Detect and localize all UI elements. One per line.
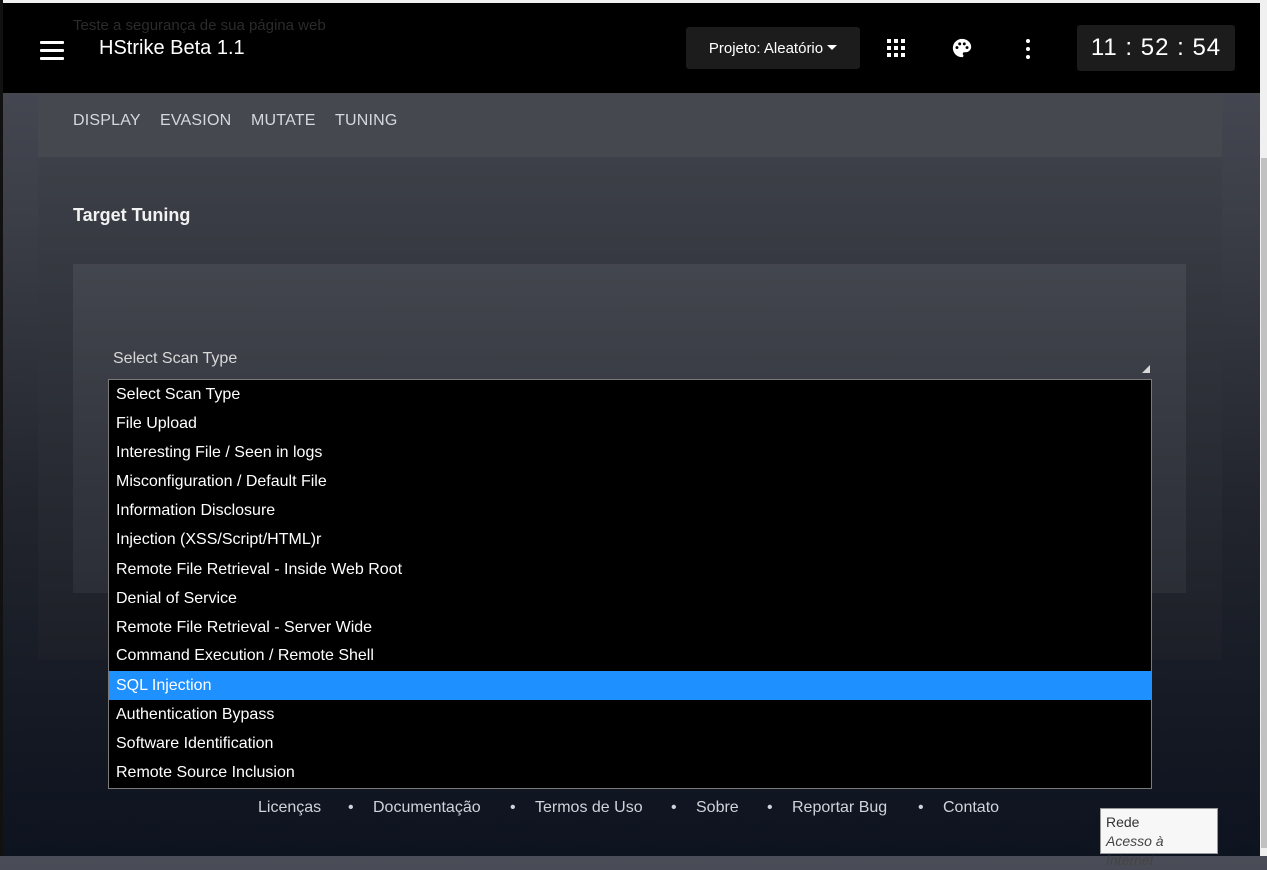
window-left-border <box>0 0 3 856</box>
footer-link-licencas[interactable]: Licenças <box>258 799 321 817</box>
tab-tuning[interactable]: TUNING <box>335 112 398 130</box>
option-remote-source-inclusion[interactable]: Remote Source Inclusion <box>109 758 1151 787</box>
footer-link-documentacao[interactable]: Documentação <box>373 799 481 817</box>
option-interesting-file[interactable]: Interesting File / Seen in logs <box>109 438 1151 467</box>
footer-link-sobre[interactable]: Sobre <box>696 799 739 817</box>
scrollbar-thumb[interactable] <box>1261 158 1267 848</box>
option-remote-file-retrieval-web-root[interactable]: Remote File Retrieval - Inside Web Root <box>109 555 1151 584</box>
section-title: Target Tuning <box>73 205 191 225</box>
footer-separator: • <box>671 799 677 816</box>
caret-down-icon <box>827 44 838 50</box>
scan-type-dropdown-list[interactable]: Select Scan Type File Upload Interesting… <box>108 379 1152 789</box>
option-software-identification[interactable]: Software Identification <box>109 729 1151 758</box>
apps-grid-icon[interactable] <box>887 39 905 57</box>
footer-separator: • <box>348 799 354 816</box>
app-title: HStrike Beta 1.1 <box>99 37 245 59</box>
option-denial-of-service[interactable]: Denial of Service <box>109 584 1151 613</box>
footer-separator: • <box>510 799 516 816</box>
footer-link-termos[interactable]: Termos de Uso <box>535 799 643 817</box>
option-misconfiguration[interactable]: Misconfiguration / Default File <box>109 467 1151 496</box>
option-authentication-bypass[interactable]: Authentication Bypass <box>109 700 1151 729</box>
tooltip-subtitle: Acesso à Internet <box>1106 833 1164 868</box>
project-button-label: Projeto: Aleatório <box>708 39 824 57</box>
footer-link-reportar-bug[interactable]: Reportar Bug <box>792 799 887 817</box>
config-tabs-bar: DISPLAY EVASION MUTATE TUNING <box>38 93 1222 157</box>
clock-display: 11 : 52 : 54 <box>1077 25 1235 71</box>
tab-display[interactable]: DISPLAY <box>73 112 141 130</box>
top-app-bar: Teste a segurança de sua página web HStr… <box>3 3 1260 93</box>
footer-separator: • <box>918 799 924 816</box>
project-dropdown-button[interactable]: Projeto: Aleatório <box>686 27 860 69</box>
option-select-scan-type[interactable]: Select Scan Type <box>109 380 1151 409</box>
tab-mutate[interactable]: MUTATE <box>251 112 316 130</box>
footer-separator: • <box>767 799 773 816</box>
more-vert-icon[interactable] <box>1025 39 1031 59</box>
scan-type-select[interactable]: Select Scan Type <box>113 350 237 368</box>
tab-evasion[interactable]: EVASION <box>160 112 231 130</box>
option-remote-file-retrieval-server-wide[interactable]: Remote File Retrieval - Server Wide <box>109 613 1151 642</box>
option-file-upload[interactable]: File Upload <box>109 409 1151 438</box>
network-tooltip: Rede Acesso à Internet <box>1100 808 1218 868</box>
option-information-disclosure[interactable]: Information Disclosure <box>109 496 1151 525</box>
header-ghost-text: Teste a segurança de sua página web <box>73 17 326 34</box>
option-sql-injection[interactable]: SQL Injection <box>109 671 1151 700</box>
tooltip-title: Rede <box>1106 814 1140 830</box>
palette-icon[interactable] <box>951 37 973 59</box>
menu-icon[interactable] <box>40 41 64 61</box>
footer-link-contato[interactable]: Contato <box>943 799 999 817</box>
select-arrow-icon[interactable] <box>1142 365 1150 373</box>
option-injection[interactable]: Injection (XSS/Script/HTML)r <box>109 525 1151 554</box>
option-command-execution[interactable]: Command Execution / Remote Shell <box>109 641 1151 670</box>
